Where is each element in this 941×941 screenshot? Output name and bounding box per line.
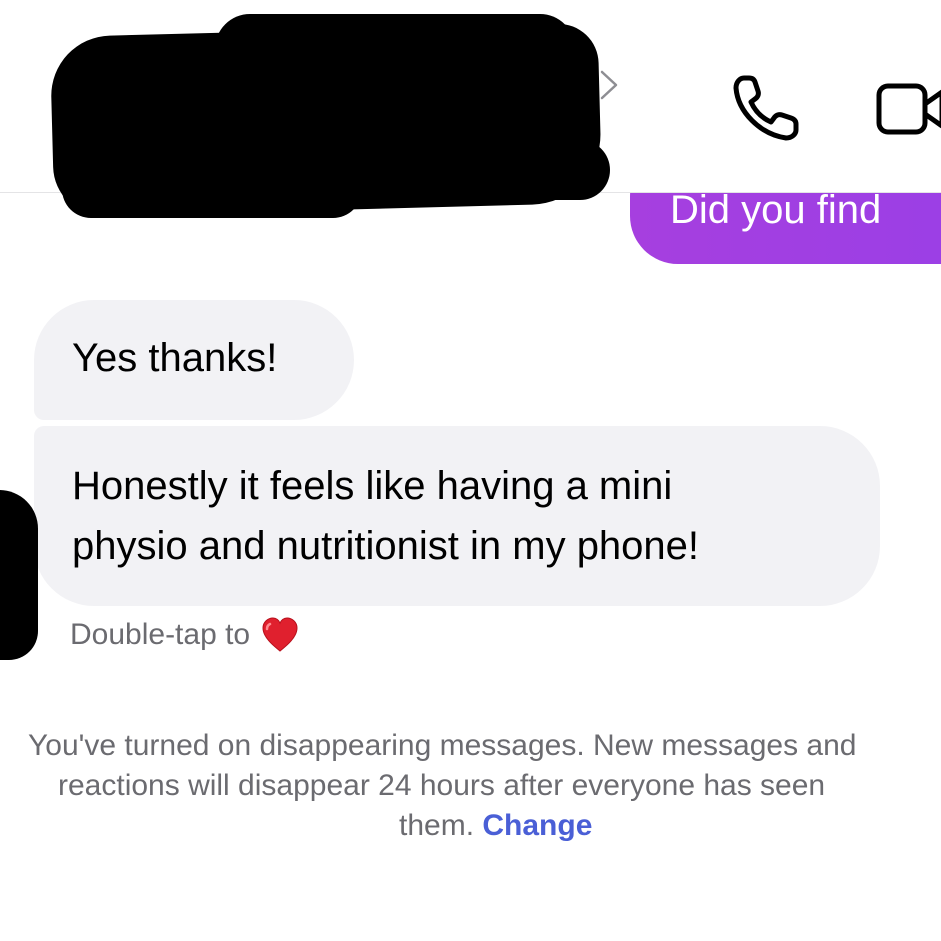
outgoing-message-text: Did you find bbox=[670, 188, 882, 232]
redacted-region bbox=[460, 140, 610, 200]
reaction-hint-text: Double-tap to bbox=[70, 618, 251, 651]
redacted-avatar[interactable] bbox=[0, 490, 38, 660]
notice-line: reactions will disappear 24 hours after … bbox=[58, 769, 826, 802]
incoming-message-bubble[interactable]: Yes thanks! bbox=[34, 300, 354, 420]
incoming-message-text: physio and nutritionist in my phone! bbox=[72, 524, 700, 568]
chat-screen: Did you find Yes thanks! Honestly it fee… bbox=[0, 0, 941, 941]
incoming-message-bubble[interactable]: Honestly it feels like having a mini phy… bbox=[34, 426, 880, 606]
chat-header bbox=[0, 0, 941, 218]
notice-line-last: them. Change bbox=[399, 806, 592, 846]
reaction-hint: Double-tap to bbox=[70, 616, 300, 654]
notice-line: them. bbox=[399, 809, 475, 842]
video-camera-icon[interactable] bbox=[874, 78, 941, 140]
redacted-region bbox=[62, 160, 362, 218]
change-link[interactable]: Change bbox=[482, 809, 592, 842]
incoming-message-text: Yes thanks! bbox=[72, 336, 278, 380]
heart-icon bbox=[262, 617, 298, 652]
incoming-message-text: Honestly it feels like having a mini bbox=[72, 464, 673, 508]
chevron-right-icon[interactable] bbox=[596, 68, 622, 102]
phone-icon[interactable] bbox=[730, 72, 806, 144]
notice-line: You've turned on disappearing messages. … bbox=[28, 729, 857, 762]
